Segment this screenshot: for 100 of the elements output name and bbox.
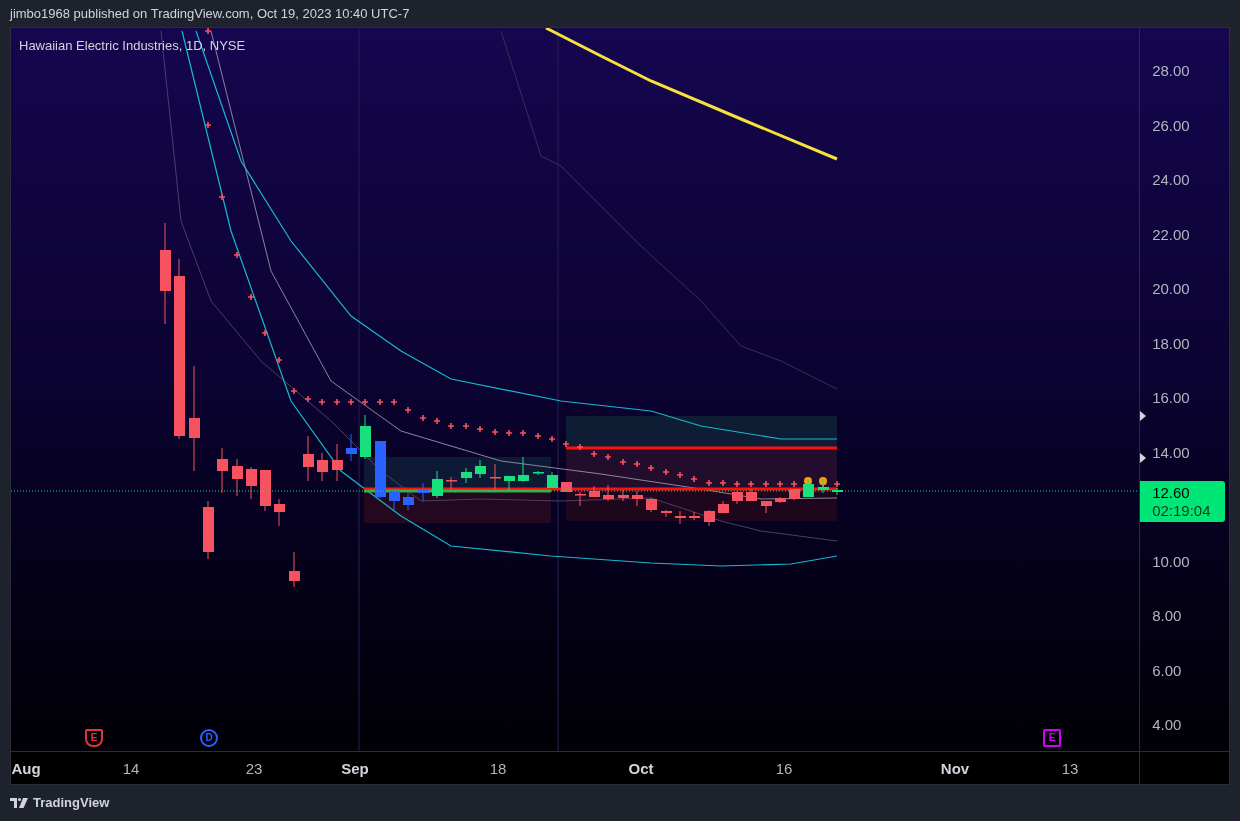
sar-cross <box>576 443 584 451</box>
sar-cross <box>733 480 741 488</box>
sar-cross <box>376 398 384 406</box>
candle <box>232 458 243 497</box>
time-axis[interactable]: Aug 14 23 Sep 18 Oct 16 Nov 13 <box>11 752 1140 784</box>
candle <box>289 551 300 588</box>
time-tick-label: Nov <box>939 760 971 778</box>
sar-cross <box>476 425 484 433</box>
triangle-marker-icon <box>1140 453 1147 463</box>
candle <box>375 440 386 499</box>
time-tick-label: 14 <box>121 760 141 778</box>
sar-cross <box>562 440 570 448</box>
sar-cross <box>218 193 226 201</box>
time-tick-label: 23 <box>244 760 264 778</box>
sar-cross <box>318 398 326 406</box>
candle <box>518 456 529 483</box>
time-tick-label: Sep <box>340 760 370 778</box>
sar-cross <box>619 458 627 466</box>
candle <box>246 466 257 500</box>
sar-cross <box>290 387 298 395</box>
sar-cross <box>505 429 513 437</box>
current-price: 12.60 <box>1152 483 1191 502</box>
candle <box>775 496 786 504</box>
candle <box>446 476 457 490</box>
candle <box>689 511 700 521</box>
sar-cross <box>333 398 341 406</box>
time-tick-label: 16 <box>774 760 794 778</box>
sar-cross <box>247 293 255 301</box>
candle <box>803 479 814 498</box>
candle <box>746 488 757 502</box>
sar-cross <box>433 417 441 425</box>
candle <box>561 481 572 493</box>
sar-cross <box>719 479 727 487</box>
price-tick-label: 8.00 <box>1152 607 1182 625</box>
publisher-line: jimbo1968 published on TradingView.com, Oct 19, 2023 10:40 UTC-7 <box>10 4 410 23</box>
sar-cross <box>491 428 499 436</box>
sar-cross <box>347 398 355 406</box>
candle <box>632 490 643 507</box>
time-tick-label: Aug <box>11 760 42 778</box>
candle <box>675 510 686 525</box>
sar-cross <box>361 398 369 406</box>
sar-cross <box>204 28 212 35</box>
candle <box>789 488 800 501</box>
price-axis[interactable]: 28.00 26.00 24.00 22.00 20.00 18.00 16.00 14.00 10.00 8.00 6.00 4.00 12.60 02:19:04 <box>1139 28 1229 751</box>
candle <box>718 500 729 514</box>
sar-cross <box>519 429 527 437</box>
sar-cross <box>261 329 269 337</box>
sar-cross <box>447 422 455 430</box>
candle <box>589 485 600 498</box>
candle <box>274 498 285 527</box>
candle <box>618 489 629 502</box>
price-tick-label: 16.00 <box>1152 389 1190 407</box>
sar-cross <box>404 406 412 414</box>
price-tick-label: 28.00 <box>1152 62 1190 80</box>
sar-cross <box>790 480 798 488</box>
sar-cross <box>662 468 670 476</box>
price-tick-label: 4.00 <box>1152 716 1182 734</box>
sar-cross <box>676 471 684 479</box>
sar-cross <box>390 398 398 406</box>
candle <box>603 484 614 502</box>
candle <box>432 470 443 499</box>
candle <box>704 509 715 527</box>
price-tick-label: 22.00 <box>1152 226 1190 244</box>
signal-dot <box>819 477 827 485</box>
event-marker[interactable]: D <box>200 729 218 747</box>
event-marker[interactable]: E <box>85 729 103 747</box>
triangle-marker-icon <box>1140 411 1147 421</box>
price-tick-label: 24.00 <box>1152 171 1190 189</box>
sar-cross <box>747 480 755 488</box>
sar-cross <box>534 432 542 440</box>
sar-cross <box>762 480 770 488</box>
candle <box>646 497 657 513</box>
candle <box>533 470 544 476</box>
sar-cross <box>633 460 641 468</box>
event-marker[interactable]: E <box>1043 729 1061 747</box>
brand-name: TradingView <box>33 794 110 813</box>
candle <box>217 447 228 494</box>
candle <box>303 435 314 482</box>
sar-cross <box>776 480 784 488</box>
sar-cross <box>204 121 212 129</box>
bar-countdown: 02:19:04 <box>1152 501 1212 520</box>
time-tick-label: Oct <box>627 760 655 778</box>
sar-cross <box>833 480 841 488</box>
price-tick-label: 14.00 <box>1152 444 1190 462</box>
time-tick-label: 13 <box>1060 760 1080 778</box>
sar-cross <box>462 422 470 430</box>
candle <box>661 509 672 518</box>
price-tick-label: 20.00 <box>1152 280 1190 298</box>
candle <box>475 459 486 479</box>
sar-cross <box>548 435 556 443</box>
price-tick-label: 10.00 <box>1152 553 1190 571</box>
price-tick-label: 6.00 <box>1152 662 1182 680</box>
candle <box>575 491 586 507</box>
candle <box>418 482 429 502</box>
candle <box>504 475 515 492</box>
sar-cross <box>705 479 713 487</box>
candle <box>317 452 328 482</box>
candle <box>818 478 829 494</box>
sar-cross <box>419 414 427 422</box>
candle <box>761 500 772 514</box>
